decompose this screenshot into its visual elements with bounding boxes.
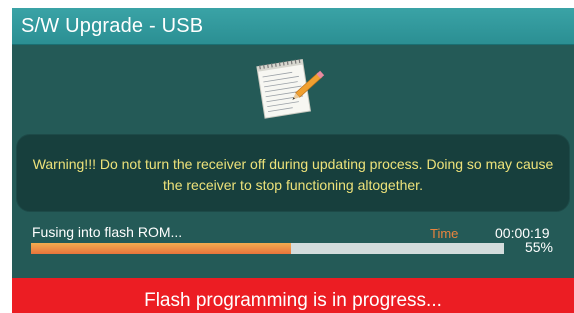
progress-percent: 55%: [524, 239, 553, 255]
upgrade-screen: S/W Upgrade - USB Warning!!! Do not turn…: [12, 8, 574, 313]
status-banner-text: Flash programming is in progress...: [144, 290, 442, 311]
warning-message: Warning!!! Do not turn the receiver off …: [32, 156, 554, 193]
progress-bar-fill: [31, 243, 292, 254]
notepad-pencil-icon: [256, 58, 325, 119]
page-title: S/W Upgrade - USB: [21, 15, 204, 37]
progress-status: Fusing into flash ROM...: [32, 224, 183, 240]
time-label: Time: [430, 226, 459, 241]
title-bar: S/W Upgrade - USB: [12, 8, 574, 45]
status-banner: Flash programming is in progress...: [12, 278, 574, 313]
progress-bar: [31, 243, 504, 254]
warning-box: Warning!!! Do not turn the receiver off …: [16, 134, 570, 212]
